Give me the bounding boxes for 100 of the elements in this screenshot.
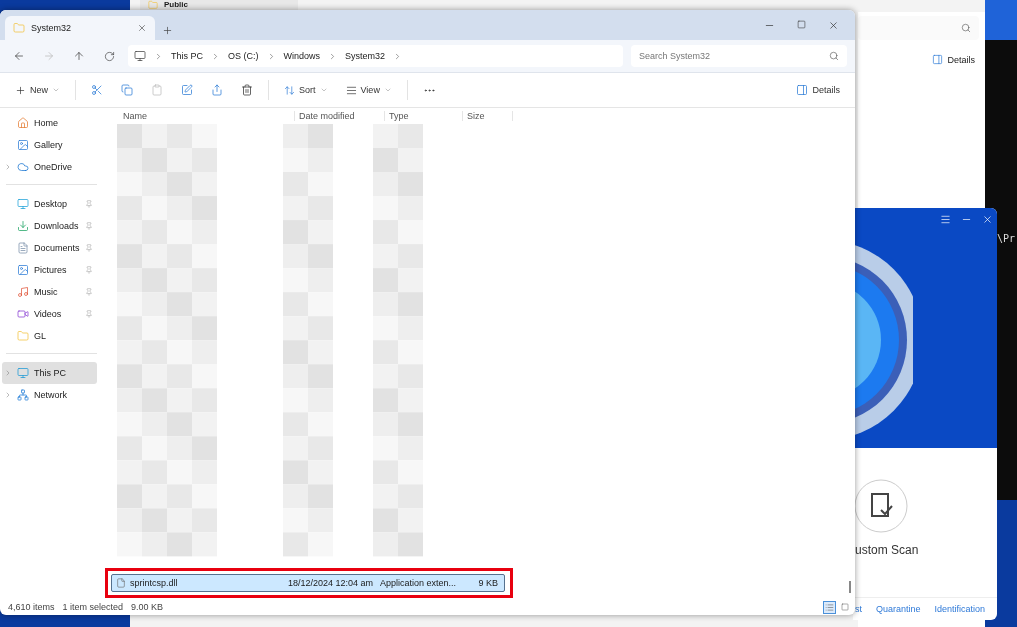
pictures-icon <box>17 264 29 276</box>
file-name-cell: sprintcsp.dll <box>112 578 284 588</box>
sidebar-item[interactable]: Pictures <box>2 259 97 281</box>
expand-chevron-icon <box>4 163 12 171</box>
selection-count: 1 item selected <box>62 602 124 612</box>
terminal-text: \Pr <box>997 233 1016 244</box>
back-icon <box>13 50 25 62</box>
type-cell-text: Application exten... <box>379 578 458 588</box>
scrollbar-thumb[interactable] <box>849 581 851 593</box>
desktop-icon <box>17 198 29 210</box>
selection-size: 9.00 KB <box>131 602 164 612</box>
computer-icon <box>134 50 146 62</box>
folder-icon <box>148 0 158 10</box>
pin-icon <box>85 288 93 296</box>
pin-icon <box>85 200 93 208</box>
pin-icon <box>85 266 93 274</box>
sidebar-item[interactable]: Desktop <box>2 193 97 215</box>
view-button[interactable]: View <box>338 80 399 100</box>
file-row[interactable]: sprintcsp.dll 18/12/2024 12:04 am Application exten... 9 KB <box>111 574 505 592</box>
background-details-button[interactable]: Details <box>932 54 975 65</box>
list-icon <box>825 602 834 612</box>
close-tab-icon <box>137 23 147 33</box>
close-icon <box>828 19 839 31</box>
chevron-icon <box>211 51 220 61</box>
cloud-icon <box>17 161 29 173</box>
refresh-icon <box>103 50 115 62</box>
computer-icon <box>17 367 29 379</box>
sidebar-item[interactable]: Documents <box>2 237 97 259</box>
scan-label: ustom Scan <box>855 543 920 557</box>
lines-icon <box>345 84 357 96</box>
video-icon <box>17 308 29 320</box>
sidebar-item[interactable]: OneDrive <box>2 156 97 178</box>
details-button[interactable]: Details <box>789 80 847 100</box>
sidebar-item[interactable]: This PC <box>2 362 97 384</box>
column-header[interactable]: Type <box>385 111 463 121</box>
sort-button[interactable]: Sort <box>277 80 335 100</box>
pin-icon <box>85 222 93 230</box>
breadcrumb[interactable]: OS (C:) <box>228 51 259 61</box>
date-cell-text: 18/12/2024 12:04 am <box>287 578 375 588</box>
details-view-button[interactable] <box>823 600 836 614</box>
caret-icon <box>319 86 328 94</box>
search-icon <box>961 23 971 33</box>
pin-icon <box>85 244 93 252</box>
forward-icon <box>43 50 55 62</box>
copy-icon <box>121 84 133 96</box>
size-cell-text: 9 KB <box>477 578 499 588</box>
expand-chevron-icon <box>4 369 12 377</box>
custom-scan-icon[interactable] <box>853 478 909 534</box>
chevron-icon <box>154 51 163 61</box>
breadcrumb[interactable]: This PC <box>171 51 203 61</box>
expand-chevron-icon <box>4 391 12 399</box>
new-button[interactable]: New <box>8 80 67 100</box>
column-header[interactable]: Date modified <box>295 111 385 121</box>
music-icon <box>17 286 29 298</box>
menu-icon <box>940 214 951 225</box>
tile-icon <box>840 603 849 611</box>
breadcrumb[interactable]: System32 <box>345 51 386 61</box>
caret-icon <box>52 86 60 94</box>
sort-icon <box>284 84 295 96</box>
search-field[interactable]: Search System32 <box>631 45 847 67</box>
up-icon <box>73 50 85 62</box>
home-icon <box>17 117 29 129</box>
download-icon <box>17 220 29 232</box>
background-search-field[interactable] <box>858 16 979 40</box>
sidebar-item[interactable]: Music <box>2 281 97 303</box>
document-icon <box>17 242 29 254</box>
sidebar-item[interactable]: Gallery <box>2 134 97 156</box>
nav-link[interactable]: Quarantine <box>876 604 921 614</box>
file-icon <box>116 578 126 588</box>
nav-link[interactable]: Identification <box>934 604 986 614</box>
rename-icon <box>181 84 193 96</box>
sidebar-item[interactable]: Home <box>2 112 97 134</box>
close-icon <box>982 214 993 225</box>
network-icon <box>17 389 29 401</box>
sidebar-item[interactable]: GL <box>2 325 97 347</box>
share-icon <box>211 84 223 96</box>
address-bar[interactable]: This PC OS (C:) Windows System32 <box>128 45 623 67</box>
nav-link[interactable]: st <box>855 604 862 614</box>
folder-tab[interactable]: System32 <box>5 16 155 40</box>
trash-icon <box>241 84 253 96</box>
sidebar-item[interactable]: Downloads <box>2 215 97 237</box>
gallery-icon <box>17 139 29 151</box>
caret-icon <box>383 86 392 94</box>
sidebar-item[interactable]: Videos <box>2 303 97 325</box>
clipboard-icon <box>151 84 163 96</box>
folder-icon <box>13 22 25 34</box>
folder-icon <box>17 330 29 342</box>
breadcrumb[interactable]: Windows <box>283 51 321 61</box>
tiles-view-button[interactable] <box>838 600 851 614</box>
pin-icon <box>85 310 93 318</box>
column-header[interactable]: Name <box>119 111 295 121</box>
background-tab[interactable]: Public <box>140 0 298 10</box>
search-icon <box>829 51 839 61</box>
details-pane-icon <box>932 54 944 65</box>
plus-icon <box>162 25 173 36</box>
details-pane-icon <box>796 84 809 96</box>
column-header[interactable]: Size <box>463 111 513 121</box>
item-count: 4,610 items <box>8 602 55 612</box>
sidebar-item[interactable]: Network <box>2 384 97 406</box>
scissors-icon <box>91 84 103 96</box>
